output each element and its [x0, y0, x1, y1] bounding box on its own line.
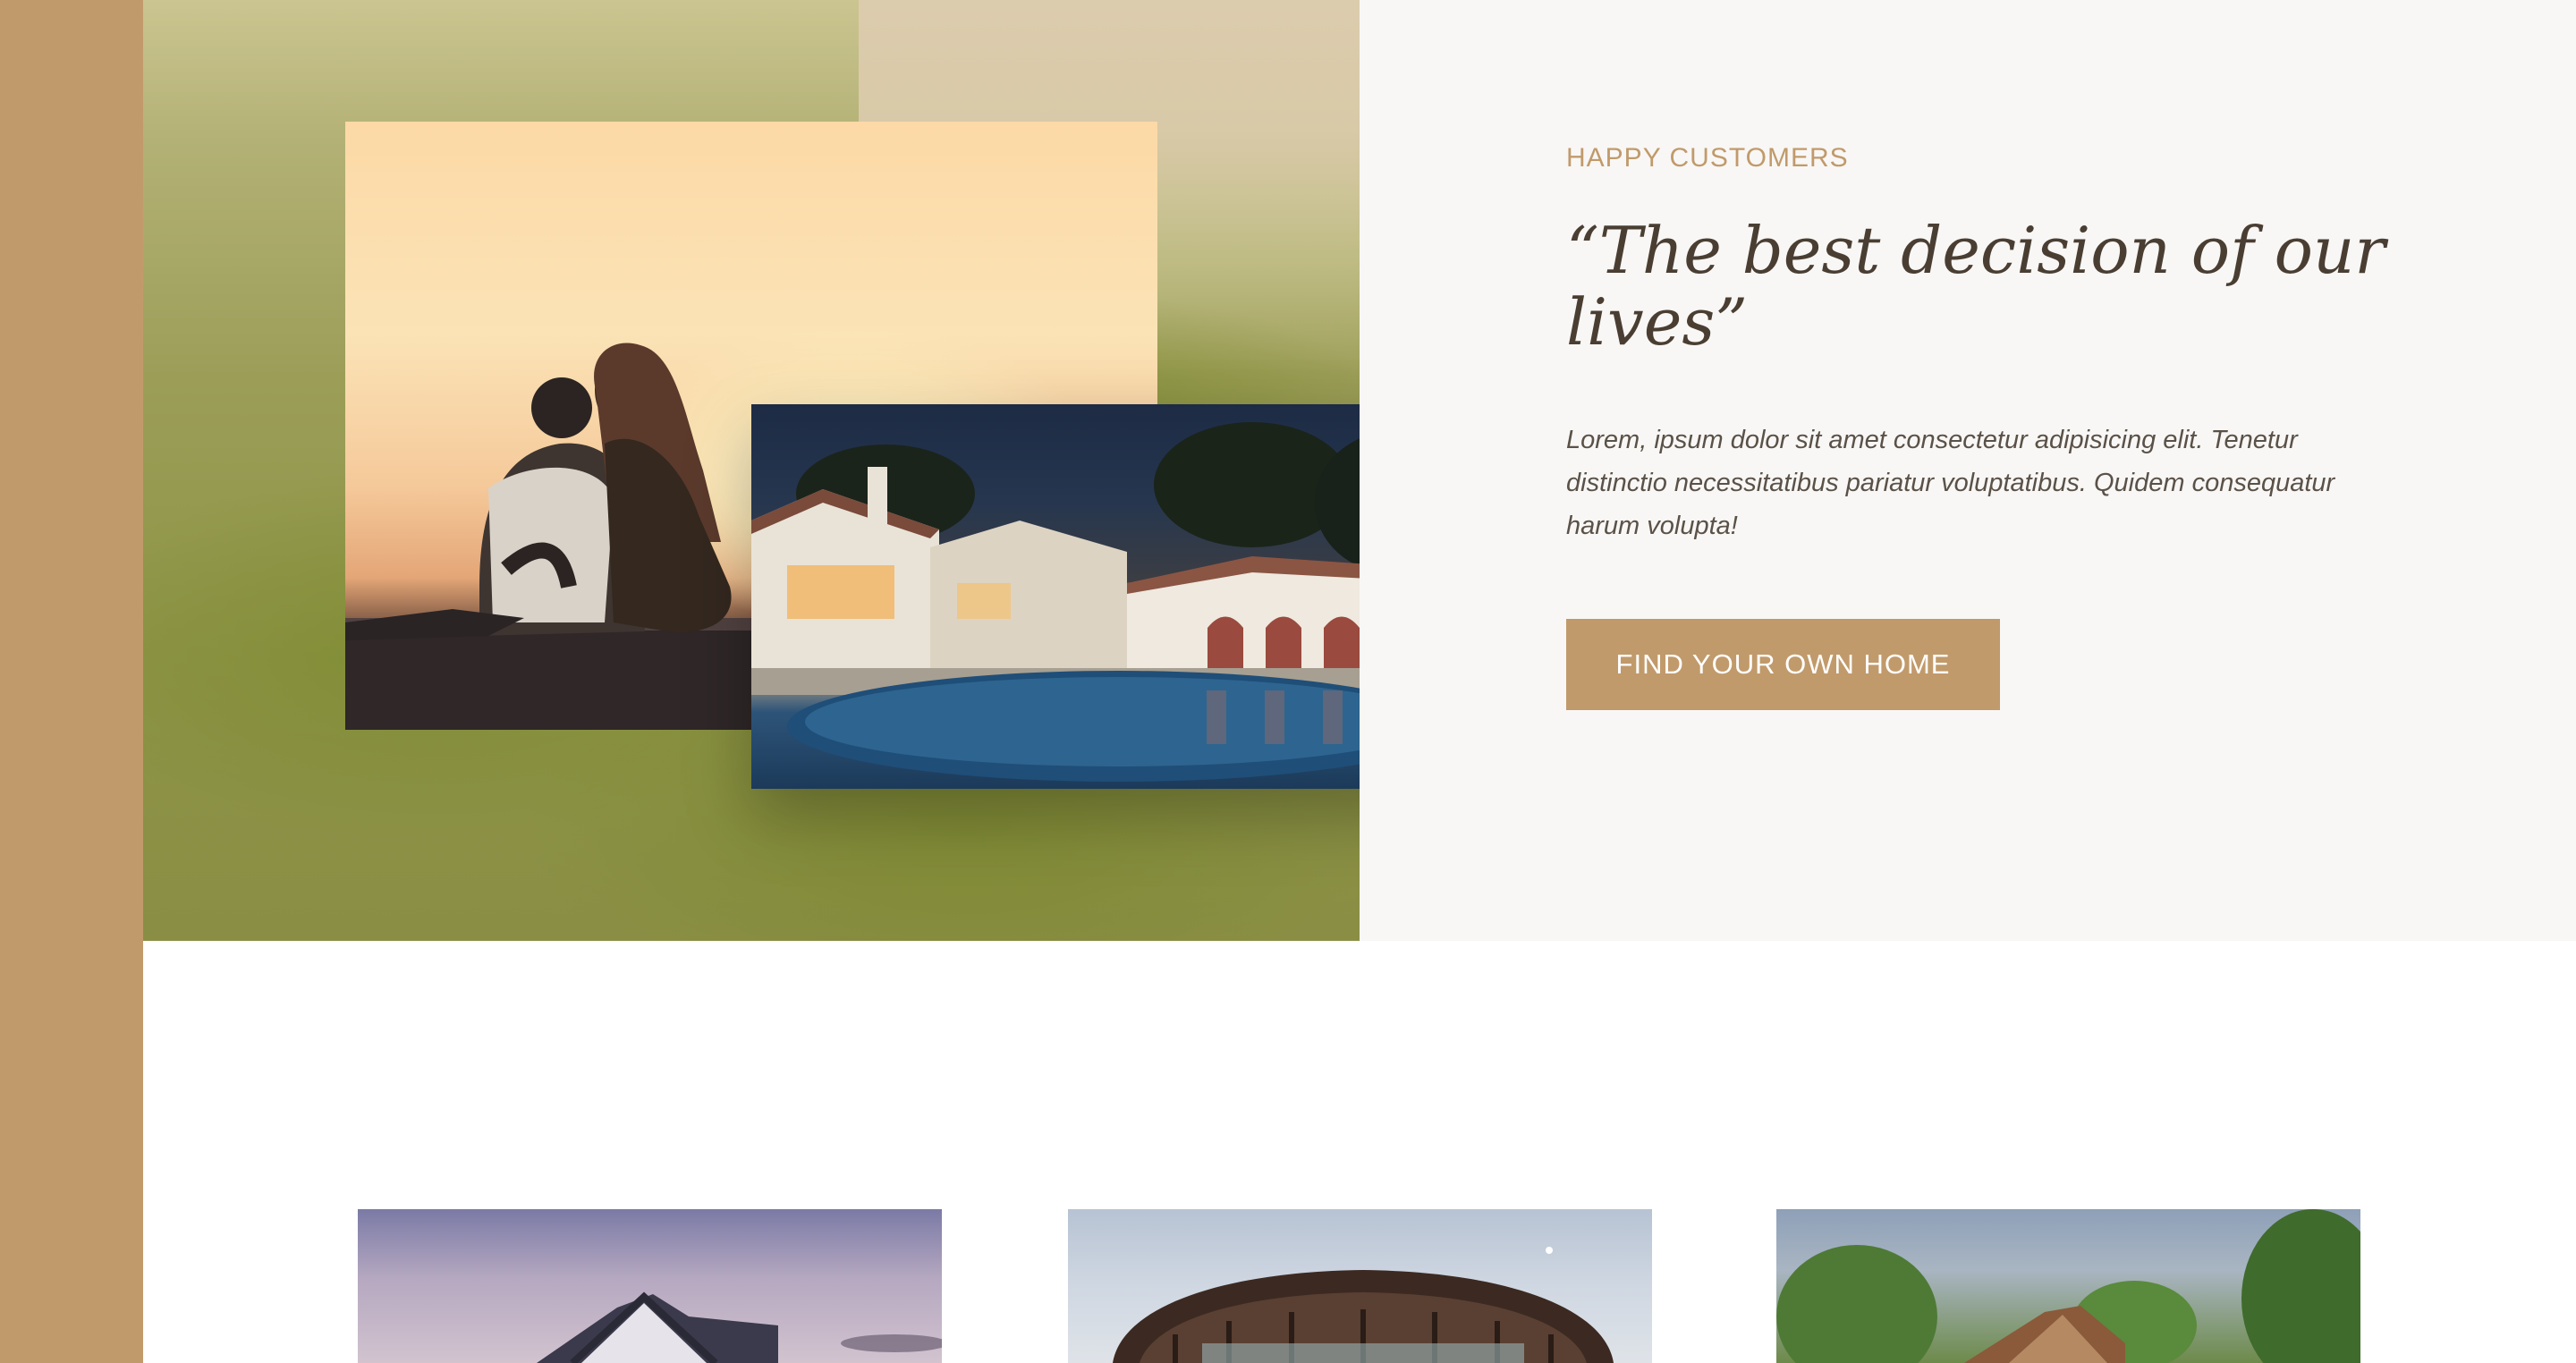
testimonial-quote: “The best decision of our lives”: [1566, 213, 2385, 360]
villa-pool-night-photo: [751, 404, 1451, 789]
house-photo-3[interactable]: [1776, 1209, 2360, 1363]
sidebar: [0, 0, 143, 1363]
section-eyebrow: HAPPY CUSTOMERS: [1566, 143, 1849, 173]
house-photo-1[interactable]: [358, 1209, 942, 1363]
testimonial-body: Lorem, ipsum dolor sit amet consectetur …: [1566, 426, 2335, 540]
find-home-button[interactable]: FIND YOUR OWN HOME: [1566, 619, 2000, 710]
house-photo-2[interactable]: [1068, 1209, 1652, 1363]
